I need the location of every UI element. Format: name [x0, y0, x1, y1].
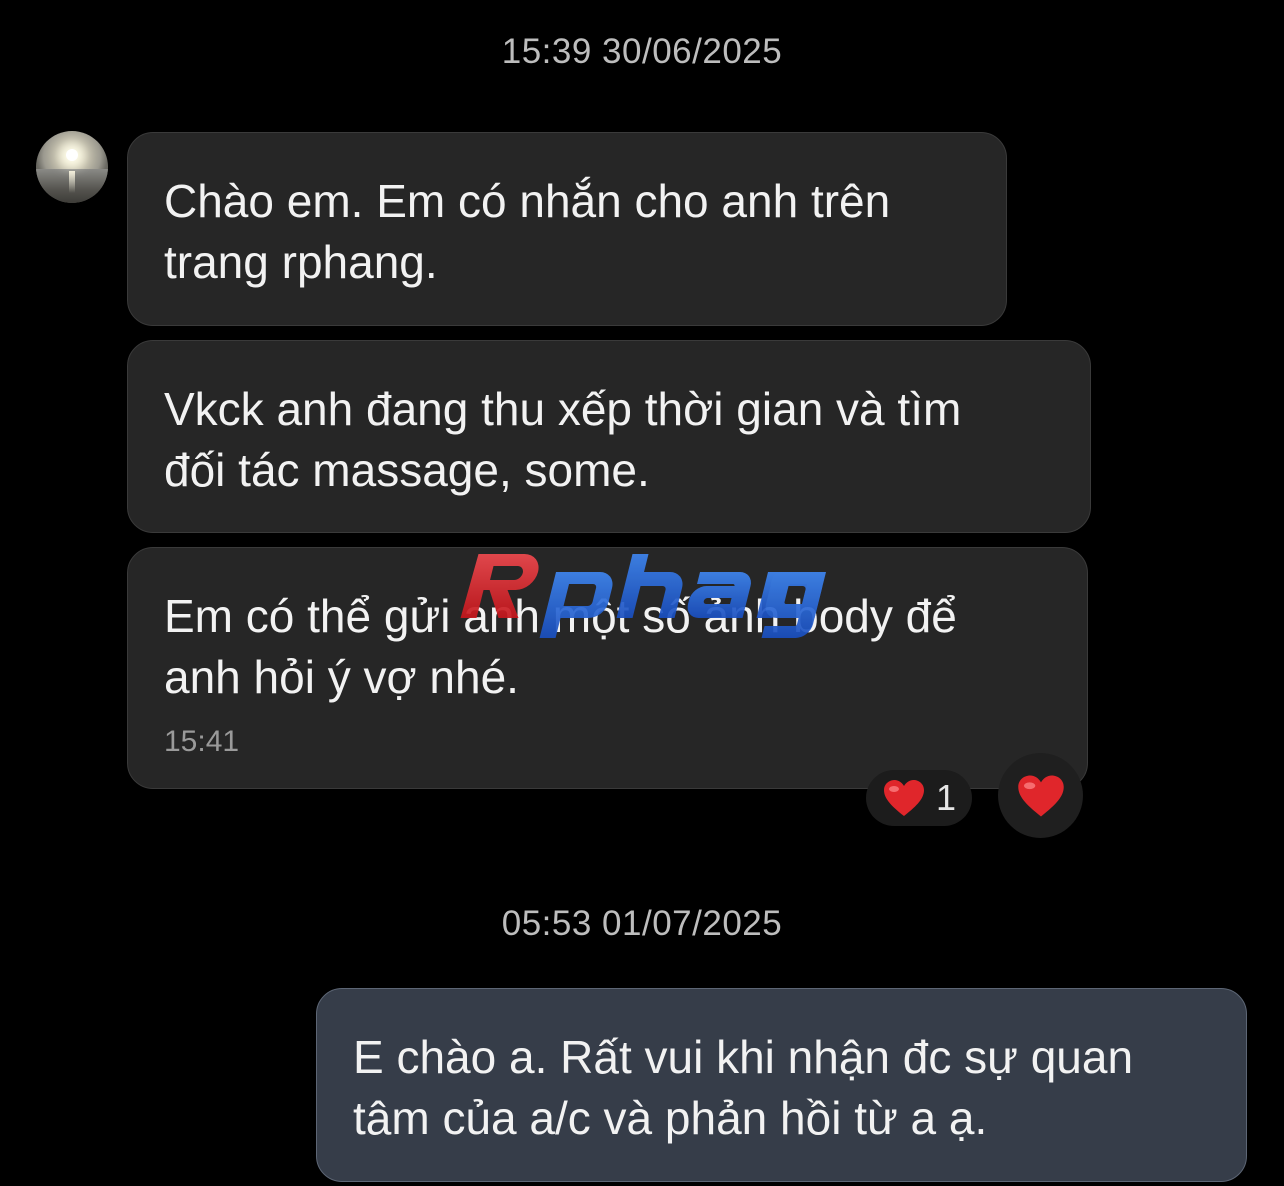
react-heart-button[interactable] [998, 753, 1083, 838]
message-time: 15:41 [164, 725, 240, 758]
date-separator: 05:53 01/07/2025 [501, 904, 783, 943]
message-text: E chào a. Rất vui khi nhận đc sự quan tâ… [353, 1031, 1134, 1144]
reaction-summary[interactable]: 1 [866, 770, 972, 826]
incoming-message-bubble[interactable]: Chào em. Em có nhắn cho anh trên trang r… [127, 132, 1007, 326]
message-text: Chào em. Em có nhắn cho anh trên trang r… [164, 175, 891, 288]
message-text: Em có thể gửi anh một số ảnh body để anh… [164, 590, 957, 703]
date-separator: 15:39 30/06/2025 [501, 32, 783, 71]
contact-avatar[interactable] [36, 131, 108, 203]
reaction-count: 1 [935, 777, 957, 818]
heart-icon [1017, 775, 1064, 816]
chat-screen: 15:39 30/06/2025 Chào em. Em có nhắn cho… [0, 0, 1284, 1186]
incoming-message-bubble[interactable]: Vkck anh đang thu xếp thời gian và tìm đ… [127, 340, 1091, 533]
incoming-message-bubble[interactable]: Em có thể gửi anh một số ảnh body để anh… [127, 547, 1088, 789]
heart-icon [883, 780, 924, 816]
outgoing-message-bubble[interactable]: E chào a. Rất vui khi nhận đc sự quan tâ… [316, 988, 1247, 1182]
message-text: Vkck anh đang thu xếp thời gian và tìm đ… [164, 383, 962, 496]
